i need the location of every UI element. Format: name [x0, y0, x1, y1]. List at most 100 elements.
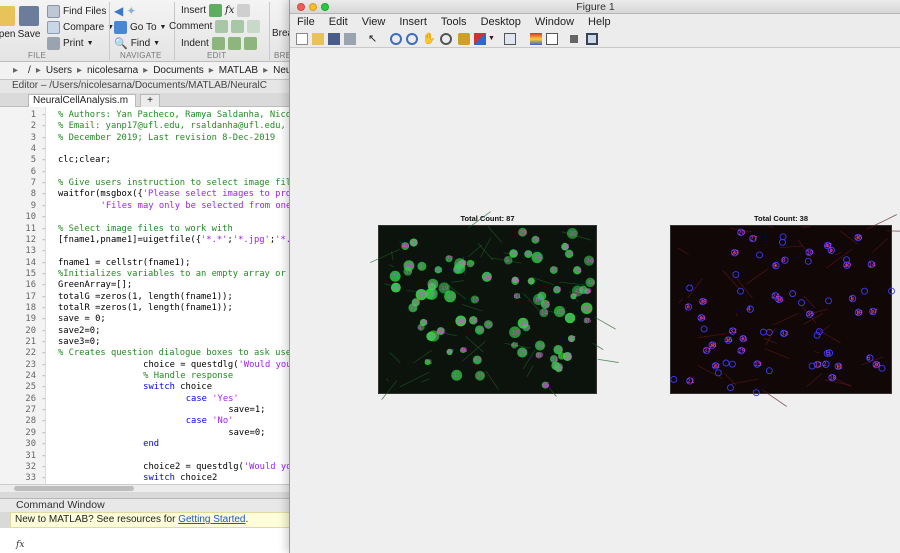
menu-help[interactable]: Help	[581, 16, 618, 28]
breakpoint-marker[interactable]: -	[41, 337, 46, 348]
code-line[interactable]: 27- save=1;	[0, 405, 292, 416]
breakpoint-marker[interactable]: -	[41, 235, 46, 246]
breakpoint-marker[interactable]: -	[41, 360, 46, 371]
breakpoint-marker[interactable]: -	[41, 371, 46, 382]
menu-window[interactable]: Window	[528, 16, 581, 28]
command-window-input[interactable]	[0, 528, 292, 553]
breakpoint-marker[interactable]: -	[41, 121, 46, 132]
breakpoint-marker[interactable]: -	[41, 451, 46, 462]
right-image-axes[interactable]: 6 35 37 16 36 5 13 18 2 22 19 11 12 3 31 38 42 15 33 14 21 28…	[670, 214, 900, 407]
find-files-button[interactable]: Find Files	[47, 5, 106, 18]
decrease-indent-icon[interactable]	[243, 37, 257, 50]
pan-icon[interactable]: ✋	[422, 33, 436, 45]
breakpoint-marker[interactable]: -	[41, 303, 46, 314]
horizontal-scrollbar[interactable]	[0, 484, 292, 492]
code-line[interactable]: 26- case 'Yes'	[0, 394, 292, 405]
menu-insert[interactable]: Insert	[392, 16, 434, 28]
breakpoint-marker[interactable]: -	[41, 439, 46, 450]
code-line[interactable]: 2- % Email: yanp17@ufl.edu, rsaldanha@ufl…	[0, 121, 292, 132]
back-forward-buttons[interactable]: ◀ ✦	[114, 4, 136, 18]
breakpoint-marker[interactable]: -	[41, 258, 46, 269]
open-file-icon[interactable]	[312, 33, 324, 45]
rotate-3d-icon[interactable]	[440, 33, 452, 45]
code-line[interactable]: 14- fname1 = cellstr(fname1);	[0, 258, 292, 269]
code-line[interactable]: 29- save=0;	[0, 428, 292, 439]
getting-started-link[interactable]: Getting Started	[178, 514, 245, 525]
breakpoint-marker[interactable]: -	[41, 326, 46, 337]
code-line[interactable]: 18- totalR =zeros(1, length(fname1));	[0, 303, 292, 314]
print-figure-icon[interactable]	[344, 33, 356, 45]
add-tab-button[interactable]: +	[140, 94, 160, 107]
breakpoint-marker[interactable]: -	[41, 269, 46, 280]
code-line[interactable]: 6-	[0, 167, 292, 178]
insert-section-icon[interactable]	[209, 4, 223, 17]
code-line[interactable]: 19- save = 0;	[0, 314, 292, 325]
breakpoint-marker[interactable]: -	[41, 224, 46, 235]
breakpoint-marker[interactable]: -	[41, 382, 46, 393]
code-line[interactable]: 24- % Handle response	[0, 371, 292, 382]
pointer-icon[interactable]: ↖	[368, 33, 380, 45]
back-arrow-icon[interactable]: ◀	[114, 4, 123, 18]
code-line[interactable]: 10-	[0, 212, 292, 223]
comment-button[interactable]: Comment	[169, 20, 261, 33]
code-line[interactable]: 21- save3=0;	[0, 337, 292, 348]
menu-view[interactable]: View	[355, 16, 393, 28]
breakpoint-marker[interactable]: -	[41, 246, 46, 257]
data-cursor-icon[interactable]	[458, 33, 470, 45]
breakpoint-marker[interactable]: -	[41, 167, 46, 178]
code-line[interactable]: 30- end	[0, 439, 292, 450]
code-line[interactable]: 23- choice = questdlg('Would you like to	[0, 360, 292, 371]
wrap-comments-icon[interactable]	[247, 20, 261, 33]
brush-icon[interactable]	[474, 33, 486, 45]
open-button[interactable]: Open	[0, 6, 16, 40]
zoom-in-icon[interactable]	[390, 33, 402, 45]
breakpoint-marker[interactable]: -	[41, 212, 46, 223]
code-line[interactable]: 7- % Give users instruction to select ima…	[0, 178, 292, 189]
code-line[interactable]: 5- clc;clear;	[0, 155, 292, 166]
left-image-axes[interactable]: 2082328456647366564225662583234447954145…	[370, 211, 619, 400]
find-button[interactable]: 🔍 Find ▼	[114, 37, 160, 50]
link-plot-icon[interactable]	[504, 33, 516, 45]
code-line[interactable]: 31-	[0, 451, 292, 462]
smart-indent-icon[interactable]	[211, 37, 225, 50]
code-line[interactable]: 1- % Authors: Yan Pacheco, Ramya Saldanha…	[0, 110, 292, 121]
breakpoint-marker[interactable]: -	[41, 155, 46, 166]
legend-icon[interactable]	[546, 33, 558, 45]
code-editor[interactable]: 1-% Authors: Yan Pacheco, Ramya Saldanha…	[0, 107, 292, 484]
insert-more-icon[interactable]	[237, 4, 251, 17]
code-line[interactable]: 22- % Creates question dialogue boxes to …	[0, 348, 292, 359]
save-figure-icon[interactable]	[328, 33, 340, 45]
path-segment[interactable]: nicolesarna	[87, 65, 138, 76]
breakpoint-marker[interactable]: -	[41, 178, 46, 189]
tab-neuralcellanalysis[interactable]: NeuralCellAnalysis.m ×	[28, 94, 136, 118]
menu-edit[interactable]: Edit	[322, 16, 355, 28]
comment-icon[interactable]	[215, 20, 229, 33]
code-line[interactable]: 20- save2=0;	[0, 326, 292, 337]
code-line[interactable]: 13-	[0, 246, 292, 257]
breakpoint-marker[interactable]: -	[41, 348, 46, 359]
breakpoint-marker[interactable]: -	[41, 144, 46, 155]
code-line[interactable]: 11- % Select image files to work with	[0, 224, 292, 235]
show-plot-tools-icon[interactable]	[586, 33, 598, 45]
forward-arrow-icon[interactable]: ✦	[126, 4, 136, 18]
new-figure-icon[interactable]	[296, 33, 308, 45]
go-to-button[interactable]: Go To ▼	[114, 21, 166, 34]
breakpoint-marker[interactable]: -	[41, 280, 46, 291]
scrollbar-thumb[interactable]	[14, 486, 134, 491]
path-segment[interactable]: Documents	[153, 65, 204, 76]
code-line[interactable]: 28- case 'No'	[0, 416, 292, 427]
fx-icon[interactable]: fx	[225, 5, 234, 16]
breakpoint-marker[interactable]: -	[41, 314, 46, 325]
print-button[interactable]: Print ▼	[47, 37, 94, 50]
indent-button[interactable]: Indent	[181, 37, 257, 50]
menu-tools[interactable]: Tools	[434, 16, 474, 28]
save-button[interactable]: Save	[17, 6, 41, 40]
code-line[interactable]: 16- GreenArray=[];	[0, 280, 292, 291]
figure-canvas[interactable]: Total Count: 87 20 8 23 28 45 66 47 36 65 64 22 56 6…	[290, 48, 900, 553]
breakpoint-marker[interactable]: -	[41, 473, 46, 484]
code-line[interactable]: 4-	[0, 144, 292, 155]
zoom-out-icon[interactable]	[406, 33, 418, 45]
insert-button[interactable]: Insert fx	[181, 4, 251, 17]
breakpoint-marker[interactable]: -	[41, 462, 46, 473]
increase-indent-icon[interactable]	[227, 37, 241, 50]
